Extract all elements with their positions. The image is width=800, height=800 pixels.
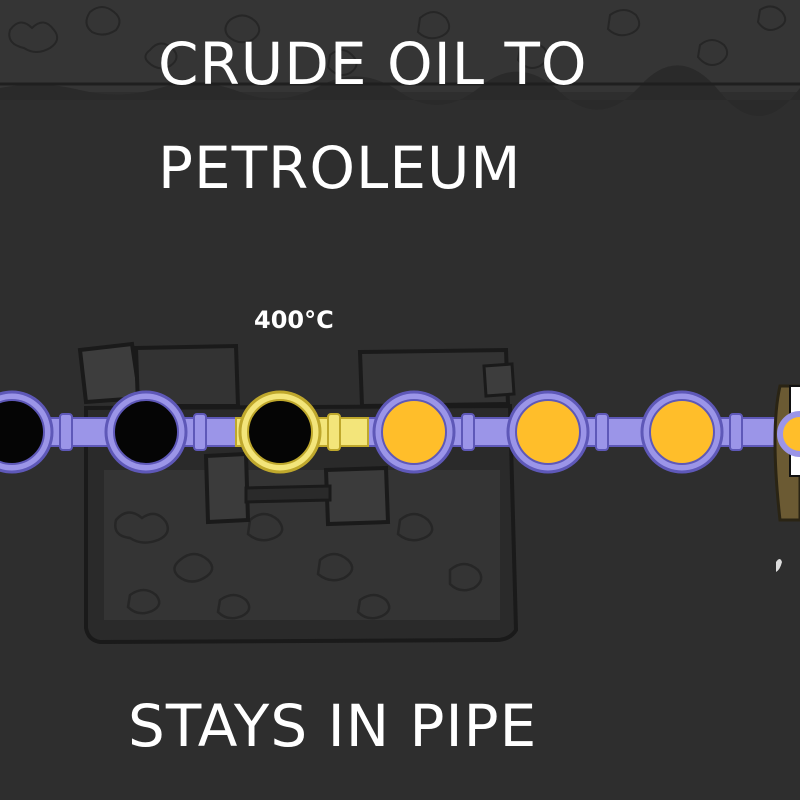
petroleum-packet	[381, 399, 447, 465]
petroleum-packet	[649, 399, 715, 465]
bottom-caption: STAYS IN PIPE	[128, 692, 538, 760]
pipe-segments	[0, 390, 800, 474]
title-line-2: PETROLEUM	[158, 134, 522, 202]
title-line-1: CRUDE OIL TO	[158, 30, 588, 98]
pipe-collar	[461, 413, 475, 451]
game-scene	[0, 0, 800, 800]
pipe-collar	[595, 413, 609, 451]
crude-oil-packet	[113, 399, 179, 465]
pipe-collar	[59, 413, 73, 451]
pipe-collar	[729, 413, 743, 451]
pipe-collar	[327, 413, 341, 451]
pipe-collar	[193, 413, 207, 451]
crude-oil-packet	[247, 399, 313, 465]
petroleum-packet	[515, 399, 581, 465]
temperature-label: 400°C	[254, 306, 334, 334]
